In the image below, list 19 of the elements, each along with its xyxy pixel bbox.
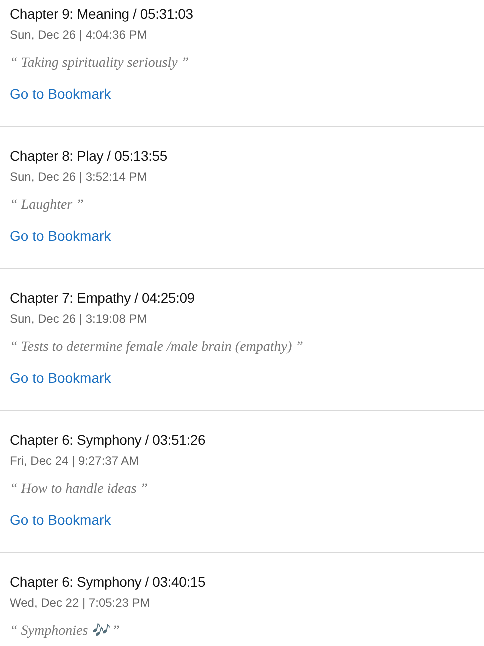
bookmark-date: Sun, Dec 26 | 3:52:14 PM	[10, 169, 148, 186]
bookmark-title: Chapter 6: Symphony / 03:51:26	[10, 431, 206, 450]
go-to-bookmark-link[interactable]: Go to Bookmark	[10, 368, 112, 388]
bookmark-date: Wed, Dec 22 | 7:05:23 PM	[10, 595, 150, 612]
bookmark-title: Chapter 6: Symphony / 03:40:15	[10, 573, 206, 592]
bookmark-note: “ Symphonies 🎶 ”	[10, 622, 120, 641]
bookmark-date: Fri, Dec 24 | 9:27:37 AM	[10, 453, 140, 470]
go-to-bookmark-link[interactable]: Go to Bookmark	[10, 84, 112, 104]
bookmark-title: Chapter 7: Empathy / 04:25:09	[10, 289, 195, 308]
bookmark-title: Chapter 9: Meaning / 05:31:03	[10, 5, 194, 24]
bookmark-note: “ How to handle ideas ”	[10, 481, 148, 499]
bookmark-note: “ Laughter ”	[10, 197, 84, 215]
go-to-bookmark-link[interactable]: Go to Bookmark	[10, 226, 112, 246]
bookmark-note: “ Taking spirituality seriously ”	[10, 55, 190, 73]
bookmark-title: Chapter 8: Play / 05:13:55	[10, 147, 168, 166]
bookmark-note: “ Tests to determine female /male brain (empathy) ”	[10, 339, 304, 357]
go-to-bookmark-link[interactable]: Go to Bookmark	[10, 510, 112, 530]
bookmark-date: Sun, Dec 26 | 3:19:08 PM	[10, 311, 148, 328]
bookmark-date: Sun, Dec 26 | 4:04:36 PM	[10, 27, 148, 44]
